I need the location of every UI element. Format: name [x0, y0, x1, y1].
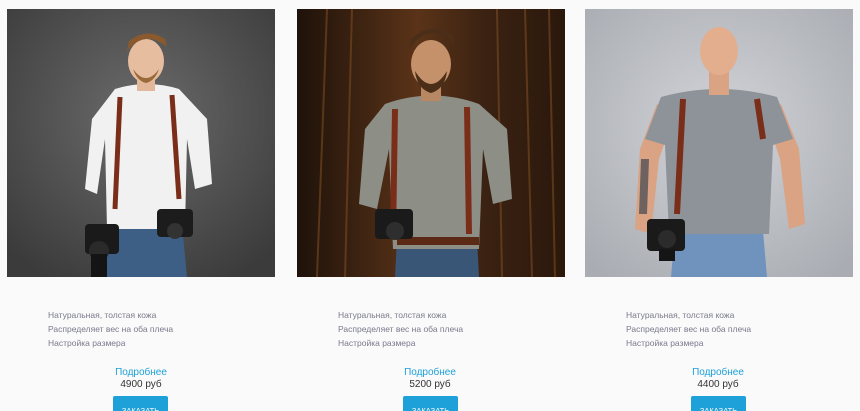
- feature-item: Распределяет вес на оба плеча: [48, 324, 174, 334]
- price-label: 4400 руб: [697, 379, 739, 390]
- product-grid: Натуральная, толстая кожа Распределяет в…: [0, 0, 860, 411]
- product-photo[interactable]: [297, 9, 565, 277]
- price-label: 4900 руб: [120, 379, 162, 390]
- order-button[interactable]: ЗАКАЗАТЬ: [403, 396, 458, 411]
- feature-list: Натуральная, толстая кожа Распределяет в…: [338, 308, 463, 350]
- details-link[interactable]: Подробнее: [81, 367, 201, 378]
- photo-man-grey-shirt-wood: [297, 9, 565, 277]
- product-card: Натуральная, толстая кожа Распределяет в…: [0, 0, 300, 411]
- feature-item: Распределяет вес на оба плеча: [626, 324, 752, 334]
- feature-item: Натуральная, толстая кожа: [338, 310, 447, 320]
- details-link[interactable]: Подробнее: [658, 367, 778, 378]
- feature-item: Натуральная, толстая кожа: [48, 310, 157, 320]
- price-label: 5200 руб: [409, 379, 451, 390]
- feature-item: Настройка размера: [626, 338, 704, 348]
- feature-item: Распределяет вес на оба плеча: [338, 324, 464, 334]
- feature-item: Натуральная, толстая кожа: [626, 310, 735, 320]
- photo-man-white-shirt: [7, 9, 275, 277]
- order-button[interactable]: ЗАКАЗАТЬ: [691, 396, 746, 411]
- feature-list: Натуральная, толстая кожа Распределяет в…: [626, 308, 751, 350]
- product-photo[interactable]: [7, 9, 275, 277]
- feature-item: Настройка размера: [338, 338, 416, 348]
- product-photo[interactable]: [585, 9, 853, 277]
- product-card: Натуральная, толстая кожа Распределяет в…: [290, 0, 590, 411]
- photo-bald-man-grey-tshirt: [585, 9, 853, 277]
- details-link[interactable]: Подробнее: [370, 367, 490, 378]
- order-button[interactable]: ЗАКАЗАТЬ: [113, 396, 168, 411]
- product-card: Натуральная, толстая кожа Распределяет в…: [578, 0, 860, 411]
- feature-list: Натуральная, толстая кожа Распределяет в…: [48, 308, 173, 350]
- feature-item: Настройка размера: [48, 338, 126, 348]
